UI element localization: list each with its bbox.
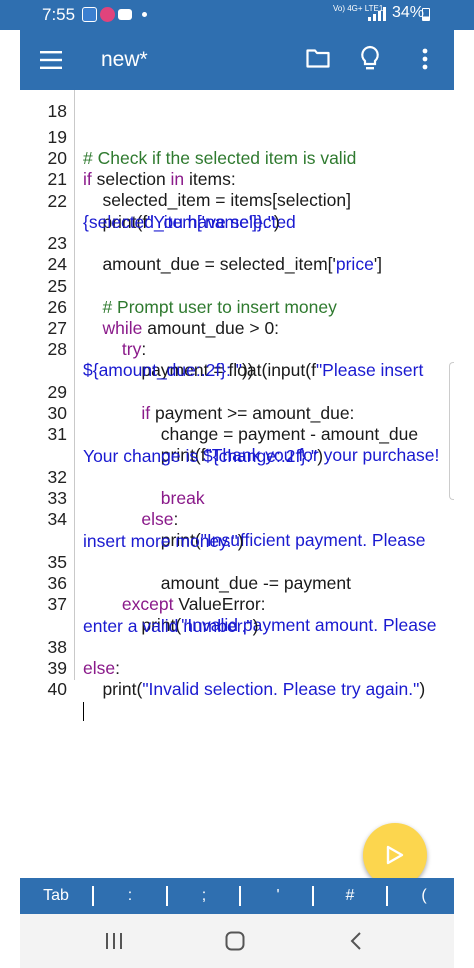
- code-text: print("Invalid selection. Please try aga…: [83, 679, 426, 699]
- battery-percent: 34%: [391, 4, 424, 21]
- code-line-wrap: enter a valid number."): [20, 595, 454, 636]
- code-line: 31 print(f"Thank you for your purchase!: [20, 403, 454, 465]
- code-line: 34 print("Insufficient payment. Please: [20, 488, 454, 550]
- more-notifications-dot-icon: [142, 12, 147, 17]
- code-line: 28 payment = float(input(f"Please insert: [20, 318, 454, 380]
- code-line: 32 break: [20, 446, 454, 508]
- back-icon[interactable]: [350, 932, 362, 950]
- code-line-wrap: insert more money."): [20, 510, 454, 551]
- code-line: 33 else:: [20, 467, 454, 529]
- code-line: 35 amount_due -= payment: [20, 531, 454, 593]
- folder-icon[interactable]: [306, 48, 330, 68]
- code-line: 39 print("Invalid selection. Please try …: [20, 637, 454, 699]
- code-line: 21 selected_item = items[selection]: [20, 148, 454, 210]
- more-vert-icon[interactable]: [422, 48, 428, 70]
- code-line: 18: [20, 80, 454, 121]
- home-icon[interactable]: [225, 931, 245, 951]
- document-title: new*: [101, 48, 148, 71]
- play-icon: [386, 845, 404, 865]
- key-tab[interactable]: Tab: [30, 878, 82, 914]
- notification-app-icon: [82, 7, 97, 22]
- hamburger-menu-icon[interactable]: [40, 50, 62, 70]
- key-quote[interactable]: ': [258, 878, 298, 914]
- youtube-icon: [118, 9, 132, 20]
- code-line: 23 amount_due = selected_item['price']: [20, 212, 454, 274]
- code-editor[interactable]: 18 19 # Check if the selected item is va…: [20, 90, 454, 878]
- system-nav-bar: [20, 914, 454, 968]
- recents-icon[interactable]: [105, 932, 123, 950]
- battery-icon: [422, 8, 430, 21]
- code-line: 24: [20, 233, 454, 274]
- notification-chat-icon: [100, 7, 115, 22]
- key-separator: [239, 886, 241, 906]
- key-colon[interactable]: :: [110, 878, 150, 914]
- scrollbar[interactable]: [449, 362, 454, 500]
- code-line: 30 change = payment - amount_due: [20, 382, 454, 444]
- key-hash[interactable]: #: [330, 878, 370, 914]
- lightbulb-icon[interactable]: [360, 45, 380, 73]
- code-line-wrap: ${amount_due:.2f}: ")): [20, 339, 454, 380]
- key-semicolon[interactable]: ;: [184, 878, 224, 914]
- code-line: 20 if selection in items:: [20, 127, 454, 189]
- extra-keys-bar: Tab : ; ' # (: [20, 878, 454, 914]
- key-separator: [166, 886, 168, 906]
- code-line: 27 try:: [20, 297, 454, 359]
- line-number: 40: [47, 679, 67, 699]
- code-line-wrap: {selected_item['name']}."): [20, 191, 454, 232]
- code-line: 22 print(f"You have selected: [20, 170, 454, 232]
- signal-bars-icon: [368, 7, 386, 21]
- text-cursor: [83, 700, 84, 721]
- code-line: 36 except ValueError:: [20, 552, 454, 614]
- code-line: 38 else:: [20, 616, 454, 678]
- code-line: 26 while amount_due > 0:: [20, 276, 454, 338]
- key-separator: [386, 886, 388, 906]
- code-line: 40: [20, 658, 454, 721]
- key-open-paren[interactable]: (: [404, 878, 444, 914]
- code-line: 29 if payment >= amount_due:: [20, 361, 454, 423]
- key-separator: [312, 886, 314, 906]
- code-line: 25 # Prompt user to insert money: [20, 255, 454, 317]
- key-separator: [92, 886, 94, 906]
- status-bar: 7:55 Vo) 4G+ LTE1 34%: [0, 0, 474, 30]
- status-time: 7:55: [42, 5, 76, 24]
- code-line: 37 print("Invalid payment amount. Please: [20, 573, 454, 635]
- code-line-wrap: Your change is ${change:.2f}."): [20, 425, 454, 466]
- code-line: 19 # Check if the selected item is valid: [20, 106, 454, 168]
